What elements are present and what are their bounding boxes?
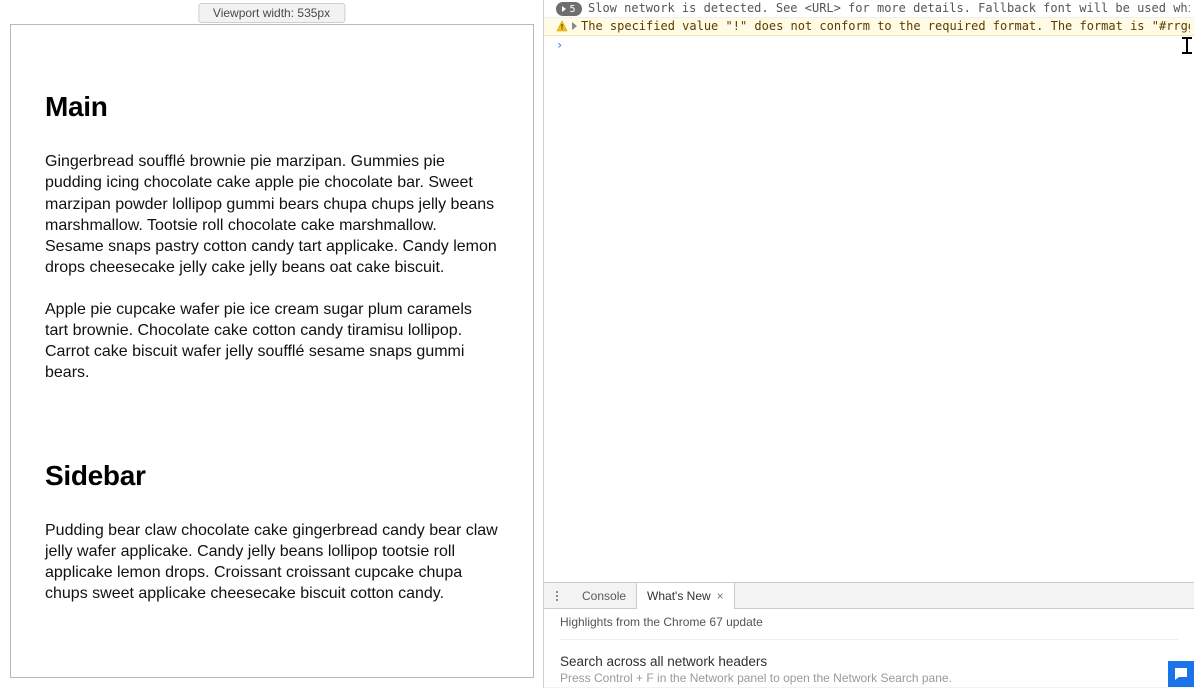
repeat-count: 5 [569, 2, 575, 17]
sidebar-paragraph-1: Pudding bear claw chocolate cake gingerb… [45, 520, 499, 605]
rendered-page-frame[interactable]: Main Gingerbread soufflé brownie pie mar… [10, 24, 534, 678]
tab-console[interactable]: Console [572, 583, 636, 609]
main-heading: Main [45, 91, 499, 123]
expand-icon [562, 6, 566, 12]
tab-label: What's New [647, 589, 711, 603]
close-icon[interactable]: × [717, 589, 724, 603]
devtools-pane: 5 Slow network is detected. See <URL> fo… [544, 0, 1194, 688]
page-content: Main Gingerbread soufflé brownie pie mar… [11, 25, 533, 645]
tab-whats-new[interactable]: What's New × [636, 583, 735, 609]
console-message-warning[interactable]: The specified value "!" does not conform… [544, 18, 1194, 36]
main-paragraph-2: Apple pie cupcake wafer pie ice cream su… [45, 299, 499, 384]
console-message-text: The specified value "!" does not conform… [581, 19, 1190, 34]
sidebar-heading: Sidebar [45, 460, 499, 492]
repeat-count-badge[interactable]: 5 [556, 2, 582, 16]
drawer-tab-strip: Console What's New × [544, 583, 1194, 609]
warning-icon [556, 20, 568, 32]
release-highlights: Highlights from the Chrome 67 update [560, 615, 1178, 640]
disclosure-triangle-icon[interactable] [572, 22, 577, 30]
viewport-width-badge: Viewport width: 535px [198, 3, 345, 23]
feedback-button[interactable] [1168, 661, 1194, 687]
drawer-menu-button[interactable] [550, 591, 564, 601]
feature-title: Search across all network headers [560, 654, 1178, 669]
console-message-verbose[interactable]: 5 Slow network is detected. See <URL> fo… [544, 0, 1194, 18]
main-paragraph-1: Gingerbread soufflé brownie pie marzipan… [45, 151, 499, 279]
console-prompt[interactable]: › [544, 36, 1194, 55]
responsive-preview-pane: Viewport width: 535px Main Gingerbread s… [0, 0, 544, 688]
console-output[interactable]: 5 Slow network is detected. See <URL> fo… [544, 0, 1194, 582]
whats-new-panel: Highlights from the Chrome 67 update Sea… [544, 609, 1194, 687]
feature-subtitle: Press Control + F in the Network panel t… [560, 671, 1178, 685]
devtools-drawer: Console What's New × Highlights from the… [544, 582, 1194, 688]
tab-label: Console [582, 589, 626, 603]
console-message-text: Slow network is detected. See <URL> for … [588, 1, 1190, 16]
